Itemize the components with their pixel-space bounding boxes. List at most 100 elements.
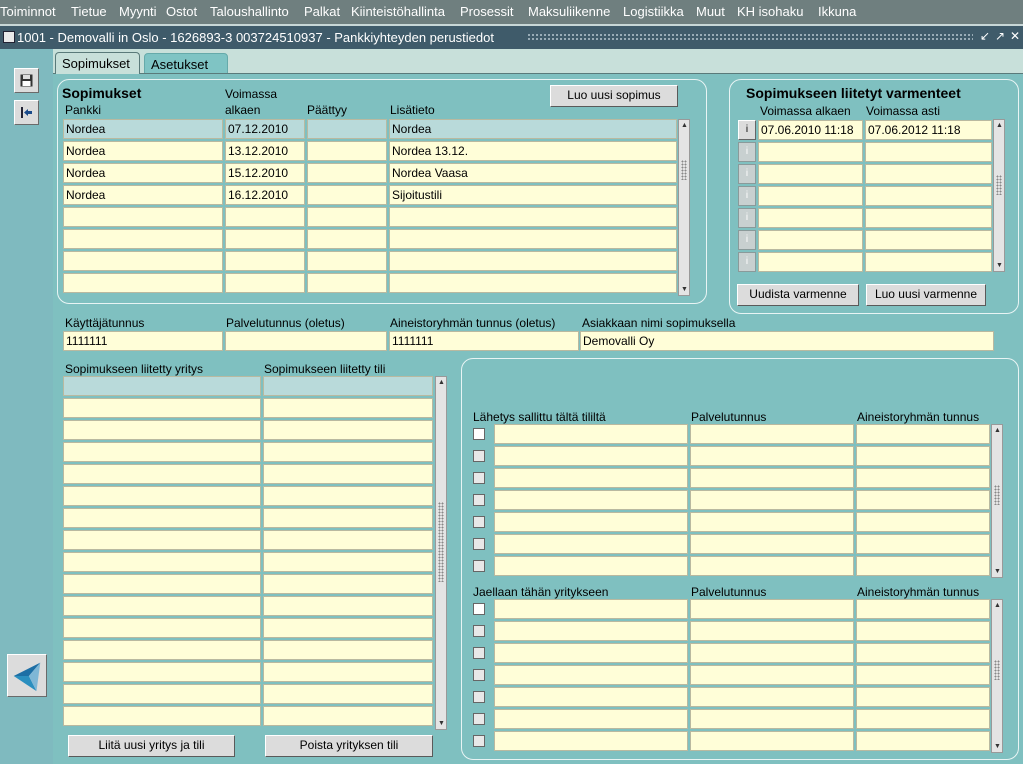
certificate-from-cell[interactable] <box>758 252 863 272</box>
maximize-icon[interactable]: ↗ <box>995 29 1005 43</box>
contract-bank-cell[interactable]: Nordea <box>63 119 223 139</box>
account-cell[interactable] <box>263 442 433 462</box>
certificate-info-button[interactable]: i <box>738 230 756 250</box>
company-cell[interactable] <box>63 662 261 682</box>
send-account-cell[interactable] <box>494 512 688 532</box>
send-checkbox[interactable] <box>473 494 485 506</box>
share-account-cell[interactable] <box>494 665 688 685</box>
share-group-cell[interactable] <box>856 643 990 663</box>
contract-bank-cell[interactable]: Nordea <box>63 141 223 161</box>
certificate-info-button[interactable]: i <box>738 142 756 162</box>
contract-end-cell[interactable] <box>307 141 387 161</box>
contract-start-cell[interactable]: 16.12.2010 <box>225 185 305 205</box>
certificate-from-cell[interactable]: 07.06.2010 11:18 <box>758 120 863 140</box>
menu-item-kiinteistohallinta[interactable]: Kiinteistöhallinta <box>351 4 445 19</box>
scroll-grip[interactable] <box>994 485 1000 505</box>
company-cell[interactable] <box>63 420 261 440</box>
sharing-scrollbar[interactable]: ▲ ▼ <box>991 599 1003 753</box>
share-checkbox[interactable] <box>473 691 485 703</box>
company-cell[interactable] <box>63 552 261 572</box>
company-cell[interactable] <box>63 596 261 616</box>
certificate-from-cell[interactable] <box>758 186 863 206</box>
menu-item-kh-isohaku[interactable]: KH isohaku <box>737 4 803 19</box>
send-account-cell[interactable] <box>494 556 688 576</box>
certificate-to-cell[interactable] <box>865 142 992 162</box>
send-checkbox[interactable] <box>473 516 485 528</box>
send-service-cell[interactable] <box>690 490 854 510</box>
share-checkbox[interactable] <box>473 735 485 747</box>
sending-scrollbar[interactable]: ▲ ▼ <box>991 424 1003 578</box>
contract-bank-cell[interactable] <box>63 273 223 293</box>
contract-start-cell[interactable] <box>225 229 305 249</box>
certificate-info-button[interactable]: i <box>738 252 756 272</box>
minimize-icon[interactable]: ↙ <box>980 29 990 43</box>
menu-item-prosessit[interactable]: Prosessit <box>460 4 513 19</box>
send-checkbox[interactable] <box>473 472 485 484</box>
certificate-to-cell[interactable] <box>865 230 992 250</box>
contract-bank-cell[interactable]: Nordea <box>63 163 223 183</box>
account-cell[interactable] <box>263 618 433 638</box>
contract-start-cell[interactable] <box>225 273 305 293</box>
scroll-grip[interactable] <box>996 175 1002 195</box>
scroll-grip[interactable] <box>681 160 687 180</box>
contract-end-cell[interactable] <box>307 119 387 139</box>
share-group-cell[interactable] <box>856 731 990 751</box>
scroll-up-icon[interactable]: ▲ <box>437 378 446 387</box>
account-cell[interactable] <box>263 486 433 506</box>
company-cell[interactable] <box>63 618 261 638</box>
contract-start-cell[interactable]: 13.12.2010 <box>225 141 305 161</box>
menu-item-logistiikka[interactable]: Logistiikka <box>623 4 684 19</box>
contract-info-cell[interactable] <box>389 251 677 271</box>
share-group-cell[interactable] <box>856 687 990 707</box>
company-cell[interactable] <box>63 442 261 462</box>
tab-sopimukset[interactable]: Sopimukset <box>55 52 140 74</box>
certificate-info-button[interactable]: i <box>738 186 756 206</box>
certificate-info-button[interactable]: i <box>738 208 756 228</box>
send-account-cell[interactable] <box>494 446 688 466</box>
menu-item-maksuliikenne[interactable]: Maksuliikenne <box>528 4 610 19</box>
account-cell[interactable] <box>263 508 433 528</box>
account-cell[interactable] <box>263 640 433 660</box>
share-checkbox[interactable] <box>473 713 485 725</box>
account-cell[interactable] <box>263 684 433 704</box>
send-account-cell[interactable] <box>494 534 688 554</box>
scroll-down-icon[interactable]: ▼ <box>993 742 1002 751</box>
share-service-cell[interactable] <box>690 665 854 685</box>
send-account-cell[interactable] <box>494 468 688 488</box>
company-cell[interactable] <box>63 640 261 660</box>
share-service-cell[interactable] <box>690 709 854 729</box>
send-group-cell[interactable] <box>856 424 990 444</box>
company-cell[interactable] <box>63 486 261 506</box>
share-checkbox[interactable] <box>473 625 485 637</box>
account-cell[interactable] <box>263 464 433 484</box>
contract-bank-cell[interactable] <box>63 207 223 227</box>
share-group-cell[interactable] <box>856 621 990 641</box>
share-checkbox[interactable] <box>473 647 485 659</box>
scroll-down-icon[interactable]: ▼ <box>680 285 689 294</box>
contract-end-cell[interactable] <box>307 273 387 293</box>
send-checkbox[interactable] <box>473 450 485 462</box>
send-group-cell[interactable] <box>856 490 990 510</box>
certificate-info-button[interactable]: i <box>738 120 756 140</box>
menu-item-ostot[interactable]: Ostot <box>166 4 197 19</box>
account-cell[interactable] <box>263 398 433 418</box>
scroll-up-icon[interactable]: ▲ <box>993 426 1002 435</box>
app-logo-button[interactable] <box>7 654 47 697</box>
share-group-cell[interactable] <box>856 599 990 619</box>
menu-item-ikkuna[interactable]: Ikkuna <box>818 4 856 19</box>
send-account-cell[interactable] <box>494 490 688 510</box>
certificates-scrollbar[interactable]: ▲ ▼ <box>993 119 1005 272</box>
remove-account-button[interactable]: Poista yrityksen tili <box>265 735 433 757</box>
contract-info-cell[interactable]: Sijoitustili <box>389 185 677 205</box>
certificate-to-cell[interactable] <box>865 252 992 272</box>
share-service-cell[interactable] <box>690 731 854 751</box>
account-cell[interactable] <box>263 420 433 440</box>
send-service-cell[interactable] <box>690 446 854 466</box>
company-cell[interactable] <box>63 706 261 726</box>
company-cell[interactable] <box>63 464 261 484</box>
send-group-cell[interactable] <box>856 446 990 466</box>
contract-start-cell[interactable]: 07.12.2010 <box>225 119 305 139</box>
contract-end-cell[interactable] <box>307 207 387 227</box>
send-group-cell[interactable] <box>856 512 990 532</box>
scroll-up-icon[interactable]: ▲ <box>995 121 1004 130</box>
